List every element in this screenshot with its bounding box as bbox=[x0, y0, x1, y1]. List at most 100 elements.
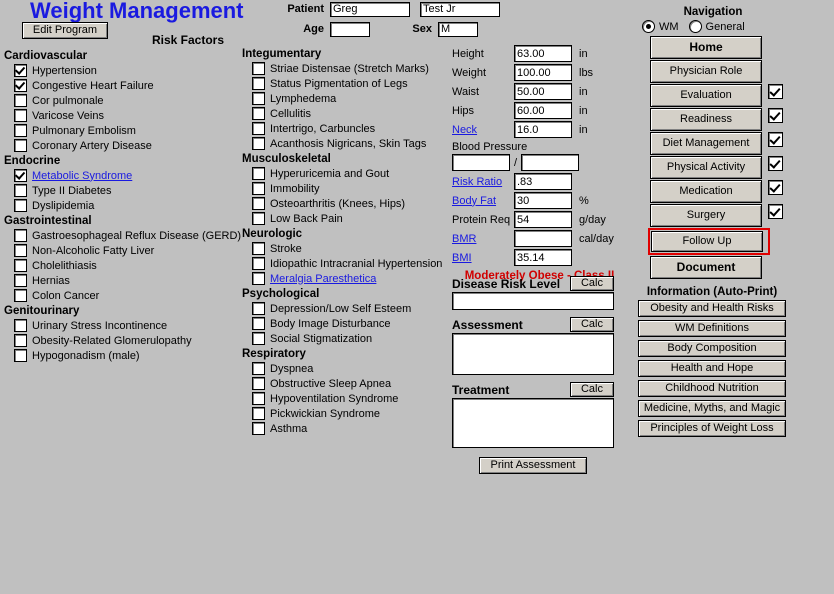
risk-factor-link[interactable]: Metabolic Syndrome bbox=[32, 170, 132, 182]
risk-factor-row[interactable]: Hypoventilation Syndrome bbox=[242, 391, 447, 406]
risk-factor-row[interactable]: Social Stigmatization bbox=[242, 331, 447, 346]
risk-factor-row[interactable]: Acanthosis Nigricans, Skin Tags bbox=[242, 136, 447, 151]
risk-factor-checkbox[interactable] bbox=[14, 349, 27, 362]
blood-pressure-diastolic-input[interactable] bbox=[521, 154, 580, 171]
nav-button-home[interactable]: Home bbox=[650, 36, 762, 59]
edit-program-button[interactable]: Edit Program bbox=[22, 22, 108, 39]
risk-factor-row[interactable]: Immobility bbox=[242, 181, 447, 196]
risk-factor-checkbox[interactable] bbox=[14, 184, 27, 197]
risk-factor-row[interactable]: Pickwickian Syndrome bbox=[242, 406, 447, 421]
measurement-link[interactable]: BMI bbox=[452, 252, 514, 264]
risk-factor-row[interactable]: Striae Distensae (Stretch Marks) bbox=[242, 61, 447, 76]
risk-factor-checkbox[interactable] bbox=[252, 167, 265, 180]
nav-section-complete-checkbox[interactable] bbox=[768, 84, 783, 99]
risk-factor-checkbox[interactable] bbox=[252, 362, 265, 375]
risk-factor-checkbox[interactable] bbox=[14, 94, 27, 107]
risk-factor-checkbox[interactable] bbox=[252, 197, 265, 210]
risk-factor-checkbox[interactable] bbox=[252, 212, 265, 225]
risk-factor-row[interactable]: Colon Cancer bbox=[4, 288, 236, 303]
info-button-medicine-myths-and-magic[interactable]: Medicine, Myths, and Magic bbox=[638, 400, 786, 417]
risk-factor-checkbox[interactable] bbox=[252, 377, 265, 390]
nav-section-complete-checkbox[interactable] bbox=[768, 132, 783, 147]
measurement-link[interactable]: BMR bbox=[452, 233, 514, 245]
info-button-principles-of-weight-loss[interactable]: Principles of Weight Loss bbox=[638, 420, 786, 437]
risk-factor-checkbox[interactable] bbox=[14, 244, 27, 257]
patient-last-name-input[interactable] bbox=[420, 1, 500, 17]
risk-factor-checkbox[interactable] bbox=[14, 274, 27, 287]
measurement-input[interactable] bbox=[514, 102, 572, 119]
risk-factor-checkbox[interactable] bbox=[252, 272, 265, 285]
risk-factor-row[interactable]: Body Image Disturbance bbox=[242, 316, 447, 331]
risk-factor-checkbox[interactable] bbox=[252, 317, 265, 330]
blood-pressure-systolic-input[interactable] bbox=[452, 154, 510, 171]
risk-factor-checkbox[interactable] bbox=[14, 334, 27, 347]
risk-factor-row[interactable]: Depression/Low Self Esteem bbox=[242, 301, 447, 316]
measurement-input[interactable] bbox=[514, 173, 572, 190]
info-button-obesity-and-health-risks[interactable]: Obesity and Health Risks bbox=[638, 300, 786, 317]
risk-factor-row[interactable]: Coronary Artery Disease bbox=[4, 138, 236, 153]
risk-factor-row[interactable]: Hypertension bbox=[4, 63, 236, 78]
risk-factor-row[interactable]: Obstructive Sleep Apnea bbox=[242, 376, 447, 391]
risk-factor-row[interactable]: Metabolic Syndrome bbox=[4, 168, 236, 183]
measurement-input[interactable] bbox=[514, 230, 572, 247]
risk-factor-row[interactable]: Status Pigmentation of Legs bbox=[242, 76, 447, 91]
risk-factor-checkbox[interactable] bbox=[252, 257, 265, 270]
measurement-link[interactable]: Risk Ratio bbox=[452, 176, 514, 188]
risk-factor-row[interactable]: Intertrigo, Carbuncles bbox=[242, 121, 447, 136]
nav-button-readiness[interactable]: Readiness bbox=[650, 108, 762, 131]
risk-factor-row[interactable]: Cellulitis bbox=[242, 106, 447, 121]
risk-factor-checkbox[interactable] bbox=[14, 169, 27, 182]
navigation-mode-radio[interactable] bbox=[642, 20, 655, 33]
risk-factor-checkbox[interactable] bbox=[14, 229, 27, 242]
risk-factor-checkbox[interactable] bbox=[14, 124, 27, 137]
risk-factor-row[interactable]: Idiopathic Intracranial Hypertension bbox=[242, 256, 447, 271]
risk-factor-row[interactable]: Non-Alcoholic Fatty Liver bbox=[4, 243, 236, 258]
risk-factor-row[interactable]: Cor pulmonale bbox=[4, 93, 236, 108]
risk-factor-row[interactable]: Cholelithiasis bbox=[4, 258, 236, 273]
risk-factor-row[interactable]: Hyperuricemia and Gout bbox=[242, 166, 447, 181]
risk-factor-row[interactable]: Asthma bbox=[242, 421, 447, 436]
measurement-input[interactable] bbox=[514, 45, 572, 62]
info-button-health-and-hope[interactable]: Health and Hope bbox=[638, 360, 786, 377]
measurement-input[interactable] bbox=[514, 83, 572, 100]
risk-factor-row[interactable]: Obesity-Related Glomerulopathy bbox=[4, 333, 236, 348]
risk-factor-row[interactable]: Stroke bbox=[242, 241, 447, 256]
risk-factor-checkbox[interactable] bbox=[252, 62, 265, 75]
nav-section-complete-checkbox[interactable] bbox=[768, 180, 783, 195]
risk-factor-checkbox[interactable] bbox=[252, 302, 265, 315]
calc-button[interactable]: Calc bbox=[570, 317, 614, 332]
risk-factor-row[interactable]: Lymphedema bbox=[242, 91, 447, 106]
risk-factor-row[interactable]: Gastroesophageal Reflux Disease (GERD) bbox=[4, 228, 241, 243]
nav-button-document[interactable]: Document bbox=[650, 256, 762, 279]
calc-button[interactable]: Calc bbox=[570, 276, 614, 291]
navigation-mode-radio[interactable] bbox=[688, 20, 702, 33]
calc-button[interactable]: Calc bbox=[570, 382, 614, 397]
risk-factor-checkbox[interactable] bbox=[252, 182, 265, 195]
measurement-link[interactable]: Neck bbox=[452, 124, 514, 136]
assessment-block-textarea[interactable] bbox=[452, 398, 614, 448]
patient-first-name-input[interactable] bbox=[330, 1, 410, 17]
info-button-childhood-nutrition[interactable]: Childhood Nutrition bbox=[638, 380, 786, 397]
sex-input[interactable] bbox=[438, 21, 478, 37]
assessment-block-textarea[interactable] bbox=[452, 333, 614, 375]
measurement-input[interactable] bbox=[514, 211, 572, 228]
risk-factor-row[interactable]: Urinary Stress Incontinence bbox=[4, 318, 236, 333]
nav-button-evaluation[interactable]: Evaluation bbox=[650, 84, 762, 107]
risk-factor-checkbox[interactable] bbox=[252, 242, 265, 255]
risk-factor-checkbox[interactable] bbox=[252, 137, 265, 150]
risk-factor-checkbox[interactable] bbox=[14, 109, 27, 122]
info-button-wm-definitions[interactable]: WM Definitions bbox=[638, 320, 786, 337]
risk-factor-row[interactable]: Hernias bbox=[4, 273, 236, 288]
measurement-input[interactable] bbox=[514, 121, 572, 138]
measurement-input[interactable] bbox=[514, 64, 572, 81]
risk-factor-checkbox[interactable] bbox=[252, 107, 265, 120]
nav-section-complete-checkbox[interactable] bbox=[768, 156, 783, 171]
info-button-body-composition[interactable]: Body Composition bbox=[638, 340, 786, 357]
risk-factor-checkbox[interactable] bbox=[252, 122, 265, 135]
risk-factor-row[interactable]: Type II Diabetes bbox=[4, 183, 236, 198]
nav-section-complete-checkbox[interactable] bbox=[768, 204, 783, 219]
nav-button-follow-up[interactable]: Follow Up bbox=[651, 231, 763, 252]
nav-button-surgery[interactable]: Surgery bbox=[650, 204, 762, 227]
risk-factor-row[interactable]: Dyslipidemia bbox=[4, 198, 236, 213]
risk-factor-row[interactable]: Pulmonary Embolism bbox=[4, 123, 236, 138]
